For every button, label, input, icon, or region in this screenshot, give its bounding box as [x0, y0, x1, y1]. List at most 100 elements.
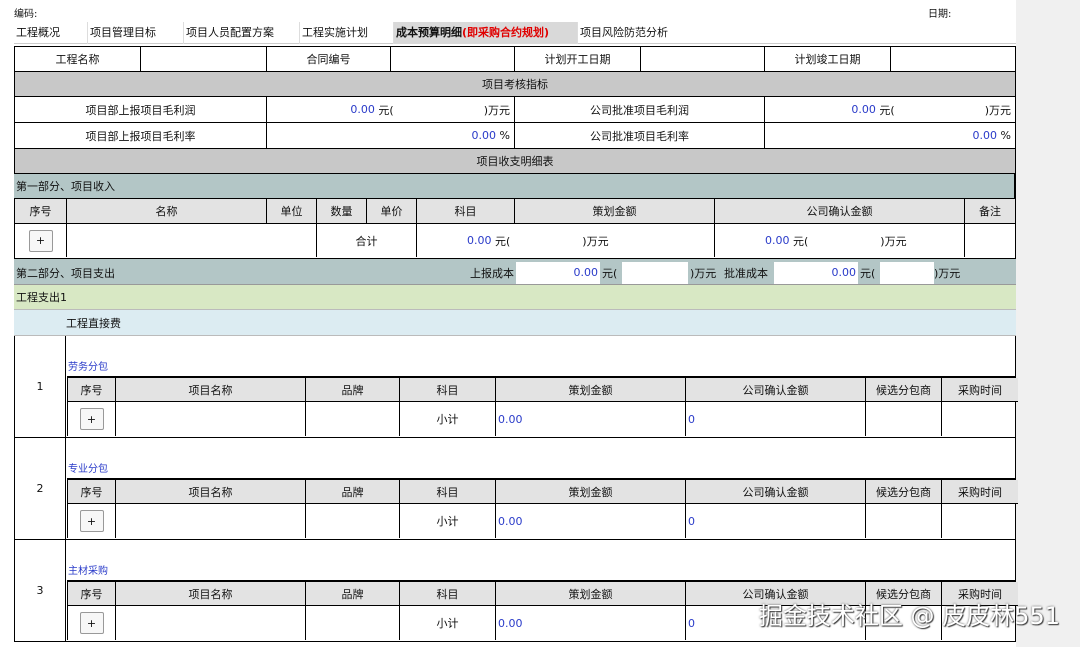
expense-sub1: 工程支出1	[14, 285, 1016, 310]
kpi-reported-profit-num: 0.00	[350, 103, 375, 116]
group-confirm-num: 0	[688, 514, 695, 528]
group-cell-brand[interactable]	[306, 402, 400, 436]
group-title: 专业分包	[68, 464, 108, 475]
wan-close: )万元	[582, 234, 609, 248]
expense-group: 1 劳务分包 序号 + 项目名称 品牌 科目 小计 策划金额 0.00 公司确认金额 0 候选分包商 采购…	[14, 336, 1018, 438]
group-col-brand: 品牌	[306, 582, 400, 606]
group-cell-brand[interactable]	[306, 606, 400, 640]
group-plan-amount[interactable]: 0.00	[496, 402, 686, 436]
income-add-button[interactable]: +	[28, 229, 53, 252]
kpi-reported-margin-value[interactable]: 0.00 %	[267, 123, 515, 149]
tab-risk[interactable]: 项目风险防范分析	[578, 22, 698, 44]
kpi-approved-profit-num: 0.00	[851, 103, 876, 116]
group-col-candidate: 候选分包商	[866, 378, 942, 402]
group-add-cell: +	[68, 606, 116, 640]
kpi-approved-margin-num: 0.00	[972, 129, 998, 142]
project-name-field[interactable]	[141, 47, 267, 72]
group-col-confirm: 公司确认金额	[686, 480, 866, 504]
date-label: 日期:	[928, 9, 952, 20]
income-blank-cell	[67, 224, 317, 257]
group-cell-candidate[interactable]	[866, 402, 942, 436]
group-title: 劳务分包	[68, 362, 108, 373]
income-confirm-total[interactable]: 0.00 元()万元	[715, 224, 965, 257]
tab-cost-budget[interactable]: 成本预算明细(即采购合约规划)	[394, 22, 578, 44]
expense-group: 2 专业分包 序号 + 项目名称 品牌 科目 小计 策划金额 0.00 公司确认金额 0 候选分包商 采购…	[14, 438, 1018, 540]
group-add-cell: +	[68, 402, 116, 436]
kpi-reported-margin-num: 0.00	[471, 129, 497, 142]
direct-cost-title: 工程直接费	[14, 310, 1016, 336]
tab-staffing[interactable]: 项目人员配置方案	[184, 22, 300, 44]
group-subtotal-label: 小计	[400, 606, 496, 640]
group-add-button[interactable]: +	[79, 408, 104, 430]
tab-schedule[interactable]: 工程实施计划	[300, 22, 394, 44]
group-col-brand: 品牌	[306, 378, 400, 402]
group-cell-purchase-time[interactable]	[942, 402, 1018, 436]
group-confirm-amount[interactable]: 0	[686, 402, 866, 436]
info-row: 工程名称 合同编号 计划开工日期 计划竣工日期	[14, 46, 1016, 72]
kpi-approved-profit-value[interactable]: 0.00 元()万元	[765, 97, 1015, 123]
planned-start-field[interactable]	[641, 47, 765, 72]
reported-cost-wan-field[interactable]	[622, 262, 688, 284]
group-cell-item-name[interactable]	[116, 504, 306, 538]
group-col-confirm: 公司确认金额	[686, 378, 866, 402]
kpi-approved-margin-label: 公司批准项目毛利率	[515, 123, 765, 149]
group-cell-item-name[interactable]	[116, 606, 306, 640]
percent-sign: %	[1000, 129, 1011, 142]
income-add-cell: +	[15, 224, 67, 257]
group-plan-amount[interactable]: 0.00	[496, 504, 686, 538]
group-plan-num: 0.00	[498, 616, 523, 630]
income-remark-cell[interactable]	[965, 224, 1015, 257]
tab-cost-budget-label: 成本预算明细	[396, 26, 462, 39]
top-bar: 编码: 日期:	[14, 0, 1016, 22]
tab-overview[interactable]: 工程概况	[14, 22, 88, 44]
approved-cost-wan-field[interactable]	[880, 262, 934, 284]
group-col-plan: 策划金额	[496, 378, 686, 402]
income-col-unit: 单位	[267, 199, 317, 224]
contract-no-label: 合同编号	[267, 47, 391, 72]
income-col-no: 序号	[15, 199, 67, 224]
planned-end-field[interactable]	[891, 47, 1015, 72]
kpi-approved-profit-label: 公司批准项目毛利润	[515, 97, 765, 123]
group-col-subject: 科目	[400, 480, 496, 504]
group-plan-amount[interactable]: 0.00	[496, 606, 686, 640]
approved-cost-value[interactable]: 0.00	[774, 262, 858, 284]
yuan-open: 元(	[879, 103, 895, 117]
group-cell-brand[interactable]	[306, 504, 400, 538]
watermark: 掘金技术社区 @ 皮皮林551	[758, 602, 1060, 630]
detail-title: 项目收支明细表	[14, 149, 1016, 174]
code-label: 编码:	[14, 9, 38, 20]
income-plan-total-num: 0.00	[467, 234, 492, 247]
kpi-reported-profit-label: 项目部上报项目毛利润	[15, 97, 267, 123]
income-col-price: 单价	[367, 199, 417, 224]
group-add-cell: +	[68, 504, 116, 538]
page-margin	[1016, 0, 1080, 647]
kpi-reported-profit-value[interactable]: 0.00 元()万元	[267, 97, 515, 123]
reported-cost-label: 上报成本	[470, 267, 514, 280]
group-cell-item-name[interactable]	[116, 402, 306, 436]
group-col-candidate: 候选分包商	[866, 480, 942, 504]
reported-cost-value[interactable]: 0.00	[516, 262, 600, 284]
wan-close: )万元	[880, 234, 907, 248]
income-col-name: 名称	[67, 199, 267, 224]
group-col-no: 序号	[68, 378, 116, 402]
percent-sign: %	[499, 129, 510, 142]
tab-goals[interactable]: 项目管理目标	[88, 22, 184, 44]
approved-cost-num: 0.00	[831, 266, 857, 279]
contract-no-field[interactable]	[391, 47, 515, 72]
group-col-item-name: 项目名称	[116, 480, 306, 504]
group-add-button[interactable]: +	[79, 612, 104, 634]
kpi-approved-margin-value[interactable]: 0.00 %	[765, 123, 1015, 149]
planned-end-label: 计划竣工日期	[765, 47, 891, 72]
group-cell-purchase-time[interactable]	[942, 504, 1018, 538]
reported-cost-num: 0.00	[573, 266, 599, 279]
group-col-item-name: 项目名称	[116, 582, 306, 606]
group-col-brand: 品牌	[306, 480, 400, 504]
group-confirm-amount[interactable]: 0	[686, 504, 866, 538]
income-col-confirm: 公司确认金额	[715, 199, 965, 224]
group-cell-candidate[interactable]	[866, 504, 942, 538]
group-table: 序号 + 项目名称 品牌 科目 小计 策划金额 0.00 公司确认金额 0 候选分包商 采购时间	[67, 376, 1018, 436]
expense-section-bar: 第二部分、项目支出 上报成本 0.00 元( )万元 批准成本 0.00 元( …	[14, 259, 1016, 285]
income-plan-total[interactable]: 0.00 元()万元	[417, 224, 715, 257]
group-add-button[interactable]: +	[79, 510, 104, 532]
project-name-label: 工程名称	[15, 47, 141, 72]
